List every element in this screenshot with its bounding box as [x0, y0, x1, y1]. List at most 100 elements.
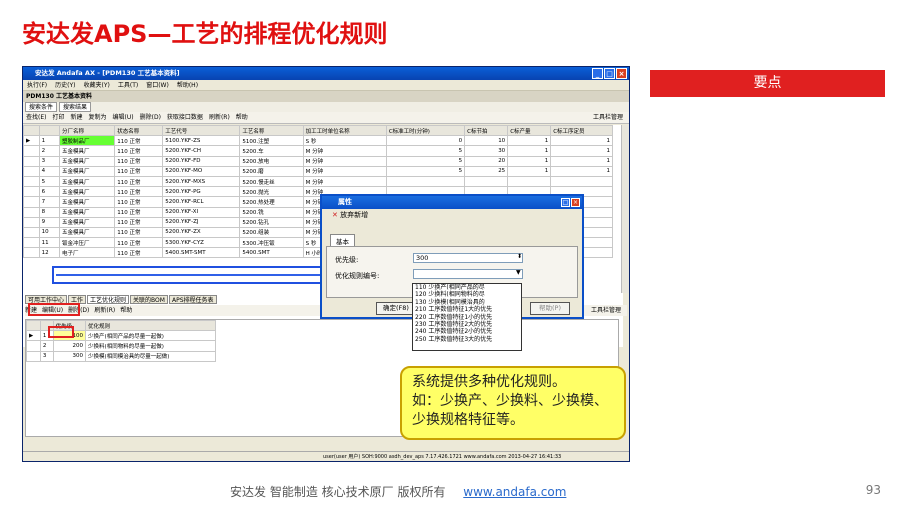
column-header[interactable]: 加工工时单位名称 [302, 125, 387, 137]
table-row[interactable]: 3 五金模具厂 110 正常 5200.YKF-FD 5200.放电 M 分钟 5 20 1 1 [23, 155, 613, 167]
table-cell: 110 正常 [114, 247, 164, 259]
menu-item-2[interactable]: 收藏夹(Y) [84, 80, 110, 90]
menu-item-4[interactable]: 窗口(W) [146, 80, 169, 90]
toolbar-button-2[interactable]: 新建 [71, 112, 83, 123]
connector-arrow [56, 274, 320, 276]
table-row[interactable]: ▶ 1 塑胶制品厂 110 正常 5100.YKF-ZS 5100.注塑 S 秒 0 10 1 1 [23, 135, 613, 147]
tab-search-results[interactable]: 搜索结果 [59, 102, 92, 112]
table-cell: 1 [38, 135, 61, 147]
priority-field[interactable] [413, 253, 523, 263]
toolbar-button-7[interactable]: 刷新(R) [209, 112, 230, 123]
menu-item-1[interactable]: 历史(Y) [55, 80, 75, 90]
menu-bar: 执行(F) 历史(Y) 收藏夹(Y) 工具(T) 窗口(W) 帮助(H) [23, 80, 629, 91]
column-header[interactable]: C标工序定员 [550, 125, 613, 137]
rule-option[interactable]: 250 工序数值特征3大的优先 [415, 336, 521, 343]
table-cell: 5200.放电 [239, 155, 304, 167]
minimize-icon[interactable]: _ [592, 68, 603, 79]
column-header[interactable]: C标节拍 [464, 125, 509, 137]
lower-toolbar-manage-button[interactable]: 工具栏管理 [591, 305, 621, 316]
table-cell: 30 [464, 145, 509, 157]
maximize-icon[interactable]: □ [604, 68, 615, 79]
table-row[interactable]: 4 五金模具厂 110 正常 5200.YKF-MO 5200.磨 M 分钟 5 25 1 1 [23, 165, 613, 177]
table-cell: 25 [464, 165, 509, 177]
discard-new-button[interactable]: ✕ 放弃新增 [322, 209, 582, 221]
table-cell [23, 237, 40, 249]
rule-option[interactable]: 210 工序数值特征1大的优先 [415, 306, 521, 313]
rule-option[interactable]: 120 少换料(相同物料的尽 [415, 291, 521, 298]
table-cell: 3 [38, 155, 61, 167]
rule-option[interactable]: 220 工序数值特征1小的优先 [415, 314, 521, 321]
table-cell: 20 [464, 155, 509, 167]
toolbar-button-0[interactable]: 查找(E) [26, 112, 46, 123]
dialog-close-icon[interactable]: × [571, 198, 580, 207]
lower-column-header[interactable]: 优化规则 [85, 319, 216, 332]
toolbar-button-4[interactable]: 编辑(U) [113, 112, 134, 123]
column-header[interactable] [23, 125, 40, 137]
chevron-down-icon[interactable]: ▼ [516, 269, 521, 276]
lower-toolbar-button-4[interactable]: 帮助 [120, 305, 132, 316]
rule-option[interactable]: 240 工序数值特征2小的优先 [415, 328, 521, 335]
lower-tab-2[interactable]: 工艺优化规则 [87, 295, 130, 304]
dialog-restore-icon[interactable]: □ [561, 198, 570, 207]
table-cell: 1 [550, 145, 613, 157]
callout-note: 系统提供多种优化规则。 如：少换产、少换料、少换模、少换规格特征等。 [400, 366, 626, 440]
table-cell [507, 175, 552, 188]
table-cell: S 秒 [302, 135, 387, 147]
rule-cell: 少换料(相同物料的尽量一起做) [85, 340, 216, 352]
footer-text: 安达发 智能制造 核心技术原厂 版权所有 [230, 485, 446, 499]
menu-item-0[interactable]: 执行(F) [27, 80, 47, 90]
rule-row[interactable]: 3 300 少换模(相同模治具的尽量一起做) [26, 350, 216, 362]
rule-cell: ▶ [26, 330, 41, 342]
rule-select[interactable] [413, 269, 523, 279]
table-cell: 五金模具厂 [59, 165, 116, 177]
table-cell: 0 [385, 135, 466, 147]
table-cell: 5200.YKF-FD [162, 155, 241, 167]
toolbar-button-5[interactable]: 删除(D) [140, 112, 161, 123]
column-header[interactable]: 状态名称 [114, 125, 164, 137]
toolbar-button-3[interactable]: 复制为 [89, 112, 107, 123]
vertical-scrollbar[interactable] [621, 125, 629, 293]
help-button[interactable]: 帮助(P) [530, 302, 570, 315]
lower-column-header[interactable] [26, 319, 41, 332]
priority-label: 优先级: [335, 256, 359, 264]
rule-cell: 3 [39, 350, 54, 362]
toolbar-button-8[interactable]: 帮助 [236, 112, 248, 123]
tab-search-conditions[interactable]: 搜索条件 [25, 102, 58, 112]
table-cell: 塑胶制品厂 [59, 135, 116, 147]
table-cell: 5300.冲压钣 [239, 237, 304, 249]
table-cell: 2 [38, 145, 61, 157]
table-cell: 110 正常 [114, 237, 164, 249]
toolbar-button-6[interactable]: 获取接口数据 [167, 112, 203, 123]
column-header[interactable]: C标产量 [507, 125, 552, 137]
column-header[interactable] [38, 125, 61, 137]
column-header[interactable]: 分厂名称 [59, 125, 116, 137]
lower-tab-3[interactable]: 关联的BOM [130, 295, 168, 304]
menu-item-3[interactable]: 工具(T) [118, 80, 138, 90]
toolbar-button-1[interactable]: 打印 [52, 112, 64, 123]
table-cell: 5200.抛光 [239, 186, 304, 198]
table-cell: 110 正常 [114, 155, 164, 167]
table-cell: 五金模具厂 [59, 206, 116, 218]
lower-tab-4[interactable]: APS排程任务表 [168, 295, 217, 304]
table-cell: 五金模具厂 [59, 155, 116, 167]
table-cell: 5 [385, 145, 466, 157]
table-cell [23, 196, 40, 208]
table-cell: ▶ [23, 135, 40, 147]
close-icon[interactable]: × [616, 68, 627, 79]
table-row[interactable]: 2 五金模具厂 110 正常 5200.YKF-CH 5200.车 M 分钟 5 30 1 1 [23, 145, 613, 157]
document-tab[interactable]: PDM130 工艺基本资料 [23, 91, 629, 102]
ok-button[interactable]: 确定(F8) [376, 302, 416, 315]
menu-item-5[interactable]: 帮助(H) [177, 80, 198, 90]
toolbar-manage-button[interactable]: 工具栏管理 [593, 112, 623, 124]
column-header[interactable]: C标准工时(分钟) [385, 125, 466, 137]
table-row[interactable]: 5 五金模具厂 110 正常 5200.YKF-MXS 5200.慢走丝 M 分钟 [23, 175, 613, 188]
lower-toolbar-button-3[interactable]: 刷新(R) [94, 305, 115, 316]
priority-stepper-icon[interactable]: ⬍ [517, 253, 522, 260]
column-header[interactable]: 工艺代号 [162, 125, 241, 137]
footer-link[interactable]: www.andafa.com [463, 485, 566, 499]
rule-row[interactable]: 2 200 少换料(相同物料的尽量一起做) [26, 340, 216, 352]
table-cell: 110 正常 [114, 186, 164, 198]
table-cell: 1 [507, 135, 552, 147]
column-header[interactable]: 工艺名称 [239, 125, 304, 137]
table-cell: 5200.磨 [239, 165, 304, 177]
